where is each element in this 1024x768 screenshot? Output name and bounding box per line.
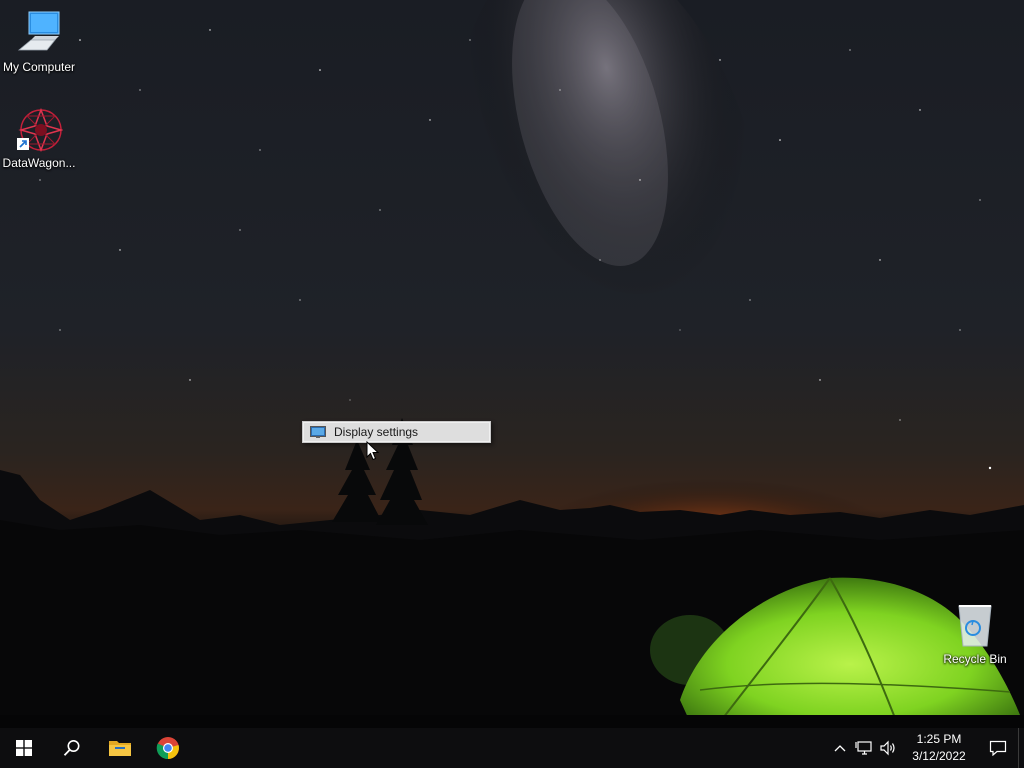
desktop-wallpaper[interactable] — [0, 0, 1024, 728]
clock-time: 1:25 PM — [916, 732, 962, 746]
taskbar-clock[interactable]: 1:25 PM 3/12/2022 — [904, 731, 974, 765]
volume-button[interactable] — [876, 728, 900, 768]
desktop-icon-label: DataWagon... — [2, 156, 76, 170]
chrome-icon — [156, 737, 179, 760]
desktop-icon-datawagon[interactable]: DataWagon... — [0, 106, 78, 171]
clock-date: 3/12/2022 — [912, 749, 966, 763]
file-explorer-button[interactable] — [96, 728, 144, 768]
display-icon — [310, 426, 326, 438]
desktop-icon-recycle-bin[interactable]: Recycle Bin — [936, 602, 1014, 667]
network-button[interactable] — [852, 728, 876, 768]
datawagon-icon — [15, 106, 64, 154]
recycle-bin-icon — [951, 602, 999, 650]
folder-icon — [109, 741, 131, 756]
chrome-button[interactable] — [144, 728, 192, 768]
computer-icon — [15, 10, 63, 58]
action-center-icon — [989, 740, 1007, 756]
windows-logo-icon — [16, 740, 32, 756]
desktop-icon-label: Recycle Bin — [943, 652, 1007, 666]
network-icon — [855, 741, 872, 755]
chevron-up-icon — [834, 745, 846, 752]
show-desktop-button[interactable] — [1018, 728, 1024, 768]
start-button[interactable] — [0, 728, 48, 768]
menu-item-display-settings[interactable]: Display settings — [304, 423, 489, 441]
search-button[interactable] — [48, 728, 96, 768]
system-tray: 1:25 PM 3/12/2022 — [828, 728, 1024, 768]
desktop-icon-my-computer[interactable]: My Computer — [0, 10, 78, 75]
taskbar: 1:25 PM 3/12/2022 — [0, 728, 1024, 768]
show-hidden-icons-button[interactable] — [828, 728, 852, 768]
desktop-context-menu: Display settings — [302, 421, 491, 443]
menu-item-label: Display settings — [334, 425, 419, 439]
action-center-button[interactable] — [978, 728, 1018, 768]
search-icon — [63, 740, 80, 756]
desktop-icon-label: My Computer — [2, 60, 76, 74]
volume-icon — [880, 740, 895, 756]
